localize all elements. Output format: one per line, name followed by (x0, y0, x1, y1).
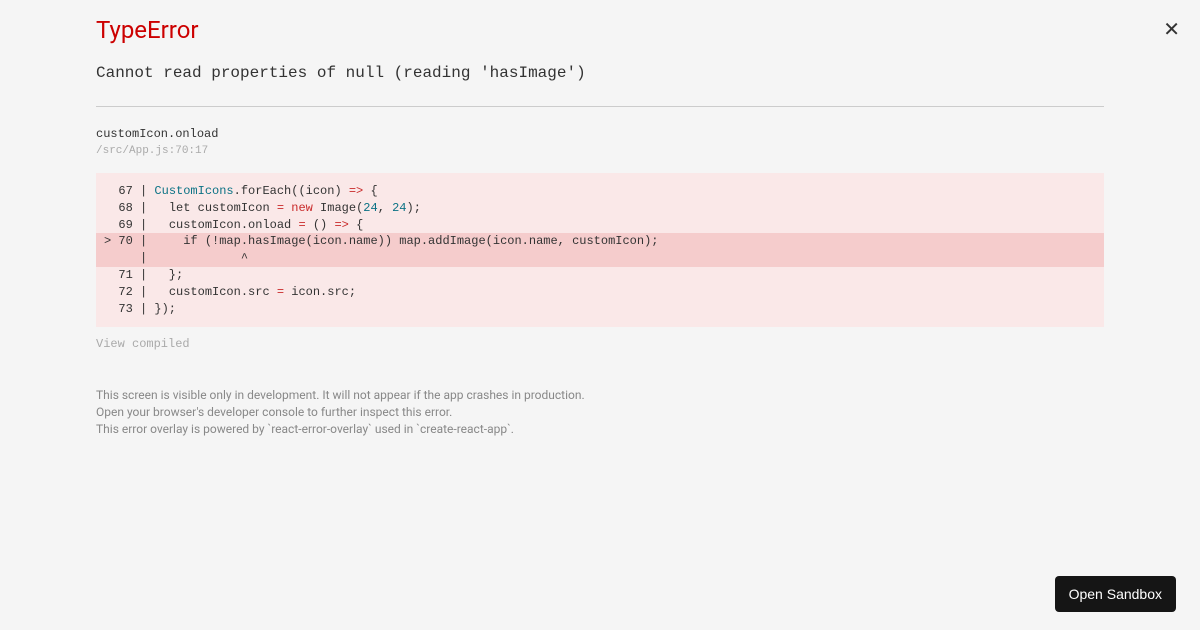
stack-file-location: /src/App.js:70:17 (96, 145, 1104, 157)
code-line-caret: | ^ (96, 250, 1104, 267)
code-line: 68 | let customIcon = new Image(24, 24); (96, 200, 1104, 217)
error-type-heading: TypeError (96, 16, 1104, 44)
code-line: 67 | CustomIcons.forEach((icon) => { (96, 183, 1104, 200)
footer-line: This error overlay is powered by `react-… (96, 421, 1104, 438)
close-icon: ✕ (1163, 19, 1180, 41)
code-block: 67 | CustomIcons.forEach((icon) => { 68 … (96, 173, 1104, 327)
code-line: 72 | customIcon.src = icon.src; (96, 284, 1104, 301)
code-line-error: > 70 | if (!map.hasImage(icon.name)) map… (96, 233, 1104, 250)
stack-function-name: customIcon.onload (96, 127, 1104, 141)
divider (96, 106, 1104, 107)
code-line: 73 | }); (96, 301, 1104, 318)
view-compiled-link[interactable]: View compiled (96, 337, 1104, 351)
code-line: 69 | customIcon.onload = () => { (96, 217, 1104, 234)
footer-text: This screen is visible only in developme… (96, 387, 1104, 437)
error-message: Cannot read properties of null (reading … (96, 64, 1104, 82)
code-line: 71 | }; (96, 267, 1104, 284)
footer-line: This screen is visible only in developme… (96, 387, 1104, 404)
open-sandbox-button[interactable]: Open Sandbox (1055, 576, 1176, 612)
footer-line: Open your browser's developer console to… (96, 404, 1104, 421)
close-button[interactable]: ✕ (1163, 20, 1180, 40)
